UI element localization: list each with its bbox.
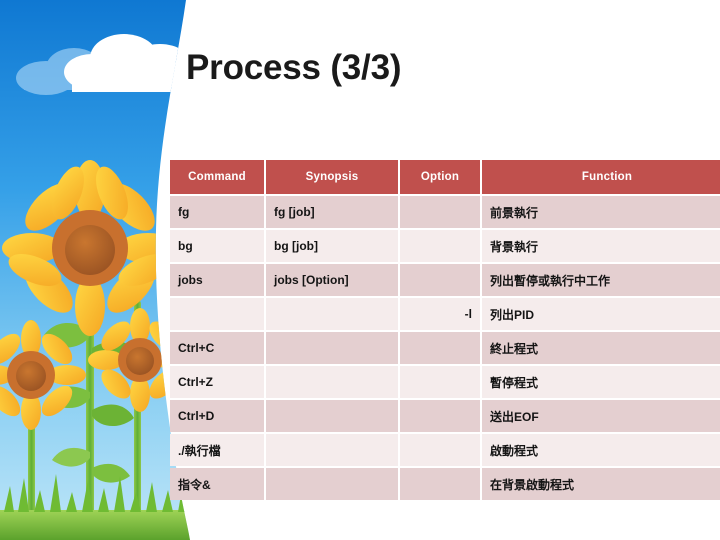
table-row: Ctrl+D 送出EOF [170,400,720,432]
cell-synopsis [266,400,398,432]
cell-synopsis [266,366,398,398]
cell-option [400,400,480,432]
cell-synopsis: bg [job] [266,230,398,262]
cell-option [400,434,480,466]
commands-grid: Command Synopsis Option Function fg fg [j… [168,158,720,502]
table-row: 指令& 在背景啟動程式 [170,468,720,500]
cell-command: 指令& [170,468,264,500]
cell-function: 送出EOF [482,400,720,432]
column-header-option: Option [400,160,480,194]
table-row: Ctrl+C 終止程式 [170,332,720,364]
cell-function: 前景執行 [482,196,720,228]
cell-synopsis [266,468,398,500]
cell-function: 列出暫停或執行中工作 [482,264,720,296]
cell-function: 在背景啟動程式 [482,468,720,500]
page-title: Process (3/3) [186,48,402,87]
cell-command: fg [170,196,264,228]
table-header-row: Command Synopsis Option Function [170,160,720,194]
cell-option [400,196,480,228]
table-row: ./執行檔 啟動程式 [170,434,720,466]
cell-function: 背景執行 [482,230,720,262]
cell-option [400,468,480,500]
table-row: -l 列出PID [170,298,720,330]
column-header-synopsis: Synopsis [266,160,398,194]
cell-synopsis: jobs [Option] [266,264,398,296]
cell-function: 暫停程式 [482,366,720,398]
cell-synopsis [266,332,398,364]
column-header-function: Function [482,160,720,194]
cell-option [400,230,480,262]
cell-synopsis [266,298,398,330]
table-row: jobs jobs [Option] 列出暫停或執行中工作 [170,264,720,296]
cell-option: -l [400,298,480,330]
process-commands-table: Command Synopsis Option Function fg fg [j… [168,158,720,502]
cell-command [170,298,264,330]
cell-synopsis: fg [job] [266,196,398,228]
cell-synopsis [266,434,398,466]
cell-function: 終止程式 [482,332,720,364]
table-row: bg bg [job] 背景執行 [170,230,720,262]
cell-command: ./執行檔 [170,434,264,466]
cell-command: Ctrl+Z [170,366,264,398]
cell-command: Ctrl+C [170,332,264,364]
cell-option [400,264,480,296]
slide: Process (3/3) Command Synopsis Option Fu… [0,0,720,540]
table-row: Ctrl+Z 暫停程式 [170,366,720,398]
table-row: fg fg [job] 前景執行 [170,196,720,228]
cell-function: 啟動程式 [482,434,720,466]
cell-command: jobs [170,264,264,296]
cell-option [400,366,480,398]
column-header-command: Command [170,160,264,194]
cell-function: 列出PID [482,298,720,330]
table-header: Command Synopsis Option Function [170,160,720,194]
cell-command: bg [170,230,264,262]
cell-command: Ctrl+D [170,400,264,432]
cell-option [400,332,480,364]
table-body: fg fg [job] 前景執行 bg bg [job] 背景執行 jobs jobs [Op… [170,196,720,500]
